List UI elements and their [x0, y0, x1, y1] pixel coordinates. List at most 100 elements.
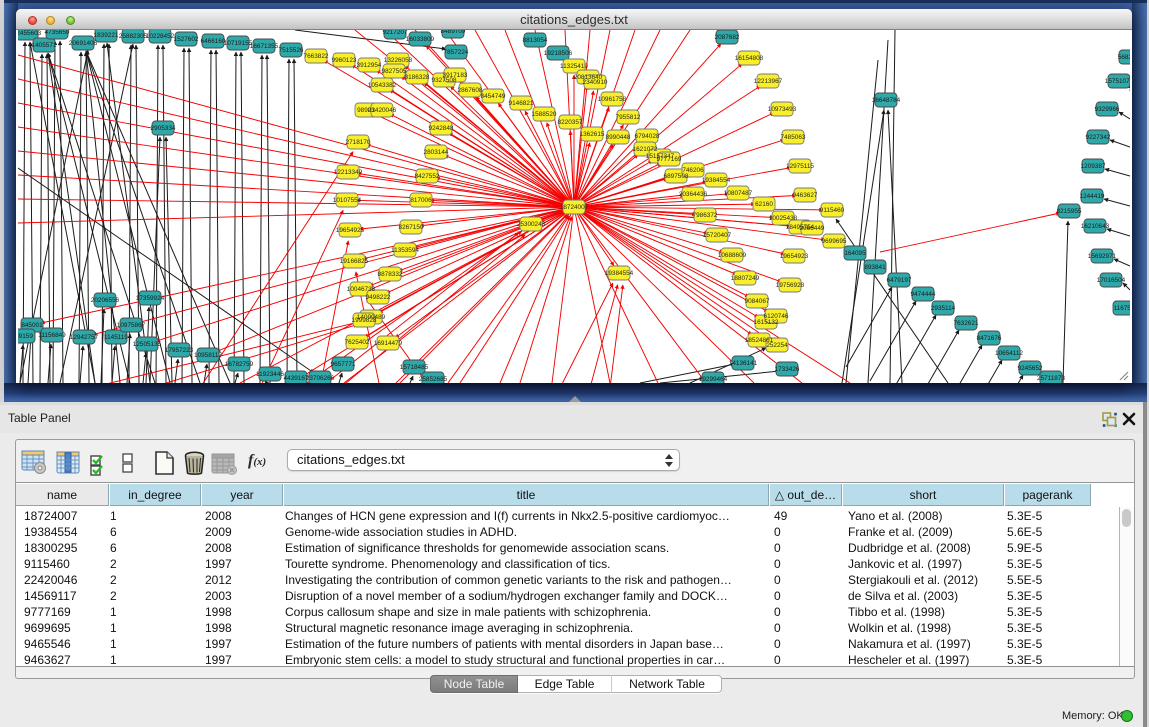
svg-text:12213967: 12213967 [754, 78, 783, 85]
svg-text:8813054: 8813054 [523, 37, 548, 44]
svg-text:15751074: 15751074 [1105, 78, 1130, 85]
svg-text:8267150: 8267150 [399, 224, 424, 231]
svg-text:9657771: 9657771 [331, 361, 356, 368]
svg-text:9146821: 9146821 [509, 100, 534, 107]
svg-text:9227342: 9227342 [1086, 134, 1111, 141]
svg-text:7625402: 7625402 [345, 339, 370, 346]
svg-text:9463627: 9463627 [793, 192, 818, 199]
svg-text:6897508: 6897508 [664, 173, 689, 180]
svg-text:19299464: 19299464 [699, 376, 728, 383]
svg-text:12505135: 12505135 [133, 341, 162, 348]
svg-text:20691406: 20691406 [69, 40, 98, 47]
svg-text:12213349: 12213349 [334, 169, 363, 176]
svg-text:8878332: 8878332 [378, 271, 403, 278]
svg-text:12975115: 12975115 [786, 163, 814, 170]
svg-text:15720407: 15720407 [703, 232, 732, 239]
svg-text:1527602: 1527602 [174, 36, 199, 43]
svg-text:19654923: 19654923 [780, 253, 809, 260]
svg-text:20364436: 20364436 [679, 191, 708, 198]
svg-text:10025438: 10025438 [769, 215, 798, 222]
svg-text:7986372: 7986372 [693, 212, 718, 219]
svg-text:5682115: 5682115 [1118, 54, 1130, 61]
svg-text:1733426: 1733426 [775, 366, 800, 373]
svg-text:8489709: 8489709 [441, 30, 466, 35]
svg-text:16671355: 16671355 [250, 43, 279, 50]
svg-text:17359924: 17359924 [136, 295, 165, 302]
svg-text:19384554: 19384554 [605, 270, 634, 277]
svg-text:116753: 116753 [1114, 305, 1130, 312]
svg-text:6794028: 6794028 [635, 133, 660, 140]
svg-text:817006: 817006 [410, 197, 432, 204]
svg-text:1621072: 1621072 [633, 146, 658, 153]
svg-text:10973493: 10973493 [768, 106, 797, 113]
svg-text:22455603: 22455603 [18, 30, 42, 37]
svg-text:17016504: 17016504 [1097, 277, 1126, 284]
svg-text:10543382: 10543382 [368, 82, 397, 89]
svg-text:19166825: 19166825 [340, 258, 369, 265]
svg-text:8215955: 8215955 [1057, 208, 1082, 215]
svg-text:16154808: 16154808 [735, 55, 764, 62]
svg-text:2340910: 2340910 [583, 79, 608, 86]
svg-text:25852685: 25852685 [419, 376, 448, 383]
svg-text:13226058: 13226058 [384, 57, 413, 64]
svg-text:12942757: 12942757 [70, 334, 99, 341]
svg-text:9777169: 9777169 [657, 156, 682, 163]
svg-text:7632621: 7632621 [954, 320, 979, 327]
svg-text:19654925: 19654925 [336, 227, 365, 234]
svg-text:11353594: 11353594 [391, 247, 419, 254]
svg-text:10719155: 10719155 [224, 40, 253, 47]
svg-text:252254: 252254 [766, 342, 788, 349]
svg-text:1588520: 1588520 [532, 111, 557, 118]
svg-text:39159: 39159 [18, 333, 33, 340]
svg-text:2066449: 2066449 [800, 225, 825, 232]
svg-text:746206: 746206 [682, 167, 704, 174]
svg-text:19756928: 19756928 [776, 282, 805, 289]
svg-text:9115460: 9115460 [820, 207, 845, 214]
svg-text:4735650: 4735650 [45, 30, 70, 36]
svg-text:8990448: 8990448 [606, 134, 631, 141]
svg-text:8454749: 8454749 [481, 93, 506, 100]
svg-text:2935114: 2935114 [931, 305, 956, 312]
svg-text:18807249: 18807249 [731, 275, 760, 282]
svg-text:25711873: 25711873 [1037, 375, 1065, 382]
svg-text:10046738: 10046738 [347, 286, 376, 293]
svg-text:1839221: 1839221 [94, 32, 119, 39]
svg-text:10688609: 10688609 [718, 252, 747, 259]
svg-text:9329966: 9329966 [1095, 106, 1120, 113]
svg-text:2718170: 2718170 [346, 139, 371, 146]
svg-text:15718485: 15718485 [400, 364, 429, 371]
svg-text:845001: 845001 [21, 322, 43, 329]
svg-text:62160: 62160 [755, 201, 773, 208]
svg-text:9242848: 9242848 [429, 125, 454, 132]
svg-text:2905334: 2905334 [151, 125, 176, 132]
svg-text:1362615: 1362615 [580, 131, 605, 138]
svg-text:15692971: 15692971 [1088, 253, 1117, 260]
svg-text:7857224: 7857224 [444, 49, 469, 56]
svg-text:9084067: 9084067 [745, 298, 770, 305]
svg-text:2867608: 2867608 [458, 87, 483, 94]
svg-text:164095: 164095 [844, 250, 866, 257]
svg-text:1209387: 1209387 [1081, 163, 1106, 170]
svg-text:16782759: 16782759 [225, 361, 254, 368]
svg-text:9498222: 9498222 [366, 294, 391, 301]
svg-text:893841: 893841 [864, 264, 886, 271]
svg-text:9960123: 9960123 [332, 57, 357, 64]
svg-text:14136141: 14136141 [729, 360, 758, 367]
svg-text:11325419: 11325419 [560, 63, 588, 70]
svg-text:11156849: 11156849 [38, 332, 66, 339]
svg-text:7485063: 7485063 [781, 134, 806, 141]
svg-text:2803144: 2803144 [424, 149, 449, 156]
svg-text:1999828: 1999828 [352, 317, 377, 324]
svg-text:23706266: 23706266 [306, 375, 335, 382]
svg-text:9827505: 9827505 [382, 68, 407, 75]
svg-text:8186328: 8186328 [405, 74, 430, 81]
svg-text:2087682: 2087682 [715, 34, 740, 41]
svg-text:25300243: 25300243 [517, 221, 546, 228]
svg-text:16648784: 16648784 [872, 97, 901, 104]
svg-text:8427552: 8427552 [415, 173, 440, 180]
svg-text:1244419: 1244419 [1080, 193, 1105, 200]
svg-text:19218506: 19218506 [544, 50, 573, 57]
svg-text:3917183: 3917183 [443, 72, 468, 79]
svg-text:11923446: 11923446 [256, 371, 284, 378]
svg-text:17957223: 17957223 [165, 347, 194, 354]
